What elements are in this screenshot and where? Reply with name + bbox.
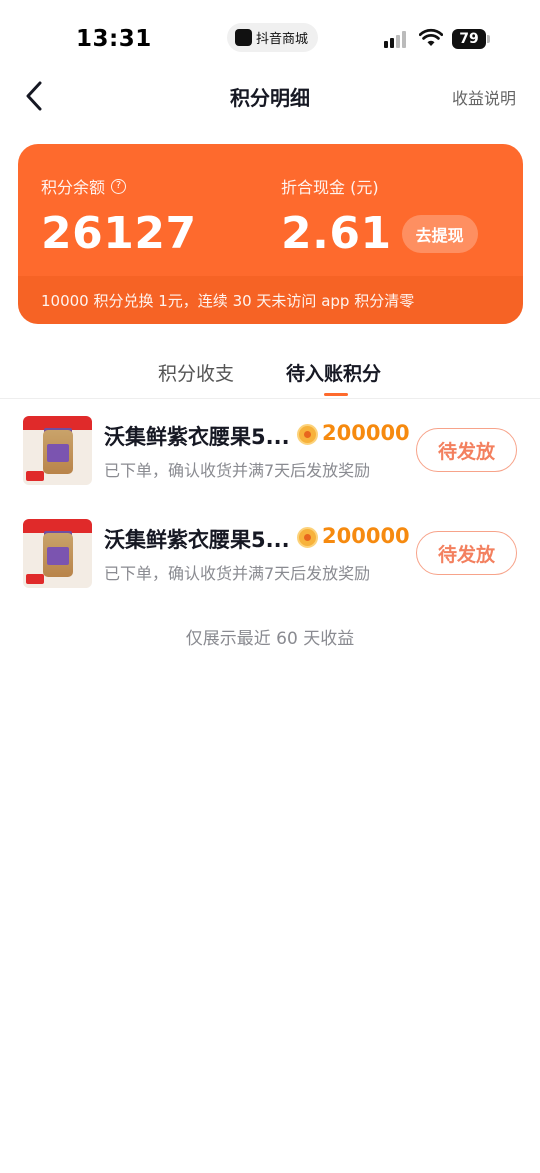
balance-label: 积分余额	[41, 178, 106, 197]
battery-icon: 79	[452, 29, 490, 49]
points-amount: 200000	[322, 421, 410, 445]
active-tab-indicator	[324, 393, 348, 396]
tab-pending-points[interactable]: 待入账积分	[286, 359, 381, 386]
coin-icon	[297, 527, 318, 548]
cash-label: 折合现金 (元)	[281, 178, 379, 197]
product-title: 沃集鲜紫衣腰果5...	[104, 425, 290, 449]
balance-section: 积分余额 ? 26127	[41, 174, 197, 260]
status-time: 13:31	[76, 26, 152, 52]
card-notice-bar: 10000 积分兑换 1元，连续 30 天未访问 app 积分清零	[18, 276, 523, 324]
earnings-explanation-link[interactable]: 收益说明	[452, 85, 516, 109]
douyin-logo-icon	[235, 29, 252, 46]
pending-status-button[interactable]: 待发放	[416, 428, 517, 472]
list-item[interactable]: 沃集鲜紫衣腰果5... 200000 已下单，确认收货并满7天后发放奖励 待发放	[0, 400, 540, 503]
cash-value: 2.61	[281, 208, 392, 259]
nav-bar: 积分明细 收益说明	[0, 70, 540, 122]
pending-status-button[interactable]: 待发放	[416, 531, 517, 575]
help-icon[interactable]: ?	[111, 178, 127, 194]
product-title: 沃集鲜紫衣腰果5...	[104, 528, 290, 552]
balance-value: 26127	[41, 208, 197, 259]
list-item[interactable]: 沃集鲜紫衣腰果5... 200000 已下单，确认收货并满7天后发放奖励 待发放	[0, 503, 540, 606]
coin-icon	[297, 424, 318, 445]
battery-level: 79	[459, 31, 479, 47]
chevron-left-icon[interactable]	[20, 78, 50, 114]
product-thumbnail	[23, 519, 92, 588]
withdraw-button[interactable]: 去提现	[401, 215, 478, 253]
tab-points-history[interactable]: 积分收支	[158, 359, 234, 386]
reward-condition-text: 已下单，确认收货并满7天后发放奖励	[104, 461, 371, 480]
tab-bar: 积分收支 待入账积分	[0, 355, 540, 399]
status-bar: 13:31 抖音商城 79	[0, 0, 540, 80]
app-pill-label: 抖音商城	[256, 32, 309, 47]
wifi-icon	[419, 28, 443, 46]
points-amount: 200000	[322, 524, 410, 548]
recent-earnings-note: 仅展示最近 60 天收益	[185, 629, 355, 649]
cash-section: 折合现金 (元) 2.61 去提现	[281, 174, 478, 260]
app-return-pill[interactable]: 抖音商城	[227, 23, 319, 52]
product-thumbnail	[23, 416, 92, 485]
signal-icon	[384, 30, 410, 48]
points-summary-card: 积分余额 ? 26127 折合现金 (元) 2.61 去提现 10000 积分兑…	[18, 144, 523, 324]
reward-condition-text: 已下单，确认收货并满7天后发放奖励	[104, 564, 371, 583]
exchange-notice: 10000 积分兑换 1元，连续 30 天未访问 app 积分清零	[41, 291, 415, 310]
